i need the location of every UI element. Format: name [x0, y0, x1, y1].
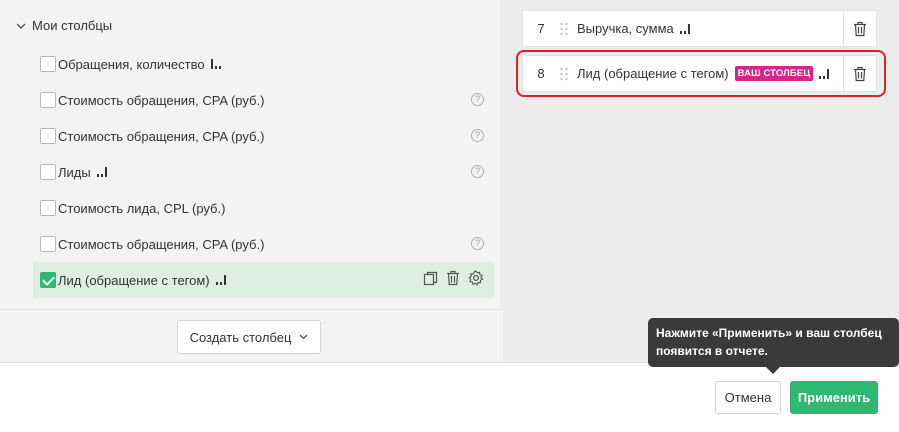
column-actions [423, 270, 484, 286]
column-label-text: Выручка, сумма [577, 21, 674, 36]
help-icon[interactable]: ? [471, 237, 484, 250]
column-checkbox[interactable] [40, 56, 56, 72]
remove-column-button[interactable] [843, 11, 876, 46]
library-footer: Создать столбец [0, 309, 502, 362]
chevron-down-icon [16, 23, 26, 29]
column-label: Обращения, количество [58, 56, 205, 72]
column-item[interactable]: Стоимость обращения, CPA (руб.) ? [33, 118, 494, 154]
trash-icon[interactable] [446, 270, 460, 286]
column-label: Стоимость обращения, CPA (руб.) [58, 236, 265, 252]
columns-library-panel: Мои столбцы Обращения, количество Стоимо… [0, 0, 502, 362]
column-label: Стоимость обращения, CPA (руб.) [58, 92, 265, 108]
bars-icon [215, 275, 226, 285]
column-label: Стоимость лида, CPL (руб.) [58, 200, 226, 216]
chevron-down-icon [299, 334, 308, 340]
help-icon[interactable]: ? [471, 165, 484, 178]
column-label: Выручка, сумма [577, 21, 691, 36]
drag-handle-icon[interactable] [559, 67, 569, 81]
column-number: 8 [537, 66, 545, 81]
bars-icon [96, 167, 107, 177]
column-label: Лиды [58, 164, 91, 180]
bars-icon [210, 59, 221, 69]
column-item[interactable]: Стоимость обращения, CPA (руб.) ? [33, 82, 494, 118]
trash-icon [854, 66, 866, 81]
column-item-selected[interactable]: Лид (обращение с тегом) [33, 262, 494, 298]
help-icon[interactable]: ? [471, 93, 484, 106]
apply-button[interactable]: Применить [790, 381, 878, 414]
columns-list: Обращения, количество Стоимость обращени… [33, 46, 494, 298]
column-label-text: Лид (обращение с тегом) [577, 66, 729, 81]
column-item[interactable]: Лиды ? [33, 154, 494, 190]
dialog-footer: Отмена Применить [0, 362, 899, 432]
your-column-badge: ВАШ СТОЛБЕЦ [734, 66, 814, 81]
column-checkbox[interactable] [40, 236, 56, 252]
selected-column-row[interactable]: 7 Выручка, сумма [522, 10, 877, 47]
cancel-button[interactable]: Отмена [715, 381, 781, 414]
gear-icon[interactable] [468, 270, 484, 286]
column-checkbox[interactable] [40, 92, 56, 108]
column-label: Лид (обращение с тегом) [58, 272, 210, 288]
selected-column-row-new[interactable]: 8 Лид (обращение с тегом) ВАШ СТОЛБЕЦ [522, 55, 877, 92]
column-checkbox[interactable] [40, 200, 56, 216]
column-number: 7 [537, 21, 545, 36]
bars-icon [679, 23, 690, 34]
column-checkbox[interactable] [40, 164, 56, 180]
column-label: Стоимость обращения, CPA (руб.) [58, 128, 265, 144]
group-title: Мои столбцы [32, 18, 113, 33]
remove-column-button[interactable] [843, 56, 876, 91]
drag-handle-icon[interactable] [559, 22, 569, 36]
column-item[interactable]: Обращения, количество [33, 46, 494, 82]
column-label: Лид (обращение с тегом) ВАШ СТОЛБЕЦ [577, 66, 830, 81]
bars-icon [819, 68, 830, 79]
column-item[interactable]: Стоимость лида, CPL (руб.) [33, 190, 494, 226]
group-header-my-columns[interactable]: Мои столбцы [16, 18, 112, 33]
trash-icon [854, 21, 866, 36]
apply-hint-tooltip: Нажмите «Применить» и ваш столбец появит… [648, 318, 899, 374]
help-icon[interactable]: ? [471, 129, 484, 142]
column-item[interactable]: Стоимость обращения, CPA (руб.) ? [33, 226, 494, 262]
create-column-button[interactable]: Создать столбец [177, 320, 321, 354]
column-checkbox-checked[interactable] [40, 272, 56, 288]
create-column-label: Создать столбец [189, 329, 292, 345]
column-checkbox[interactable] [40, 128, 56, 144]
copy-icon[interactable] [423, 271, 438, 286]
